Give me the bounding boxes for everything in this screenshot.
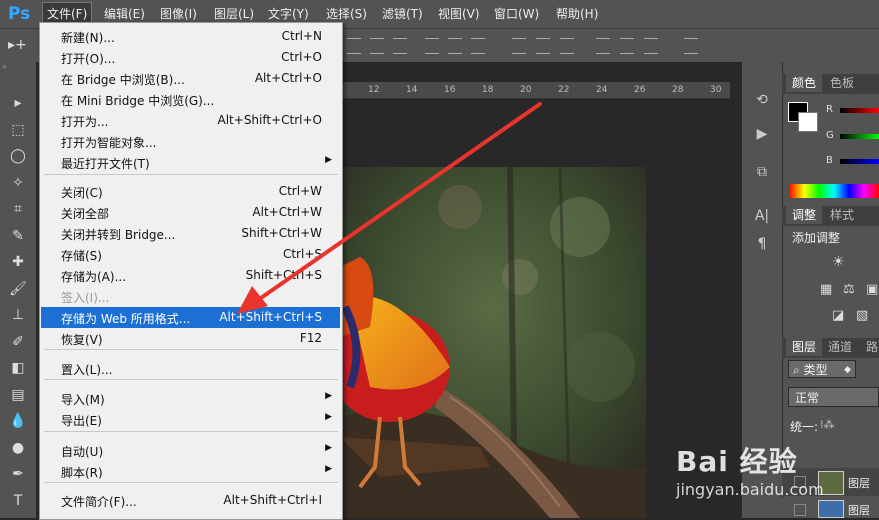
watermark-url: jingyan.baidu.com: [676, 480, 824, 499]
baidu-watermark: Bai 经验: [676, 445, 798, 478]
